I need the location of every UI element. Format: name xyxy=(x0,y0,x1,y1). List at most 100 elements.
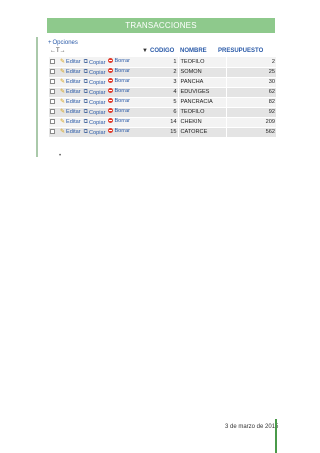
edit-button[interactable]: ✎ Editar xyxy=(60,78,81,86)
edit-label: Editar xyxy=(66,108,81,115)
row-checkbox[interactable] xyxy=(50,58,55,64)
pencil-icon: ✎ xyxy=(60,69,66,76)
copy-label: Copiar xyxy=(88,119,106,126)
delete-button[interactable]: Borrar xyxy=(108,88,130,94)
cell-presupuesto: 562 xyxy=(225,127,276,138)
edit-button[interactable]: ✎ Editar xyxy=(60,128,81,136)
pencil-icon: ✎ xyxy=(60,59,66,65)
edit-label: Editar xyxy=(66,88,81,95)
copy-button[interactable]: ⧉ Copiar xyxy=(84,129,106,136)
cell-presupuesto: 2 xyxy=(225,57,276,68)
column-arrows-icon[interactable]: ←T→ xyxy=(50,48,66,54)
copy-button[interactable]: ⧉ Copiar xyxy=(84,89,106,96)
delete-label: Borrar xyxy=(114,77,130,84)
row-checkbox[interactable] xyxy=(50,69,55,75)
delete-icon xyxy=(108,118,114,124)
edit-label: Editar xyxy=(66,58,81,65)
bullet-mark: • xyxy=(59,153,62,159)
cell-presupuesto: 209 xyxy=(225,117,276,128)
delete-icon xyxy=(108,58,114,63)
table-row: ✎ Editar ⧉ Copiar Borrar 6 TEOFILO 92 xyxy=(49,107,276,118)
cell-nombre: PANCHA xyxy=(177,77,226,88)
edit-button[interactable]: ✎ Editar xyxy=(60,88,81,96)
delete-button[interactable]: Borrar xyxy=(108,128,130,134)
edit-label: Editar xyxy=(66,118,81,125)
cell-presupuesto: 62 xyxy=(225,87,276,98)
copy-label: Copiar xyxy=(88,79,106,86)
copy-label: Copiar xyxy=(88,59,106,66)
column-header-nombre[interactable]: NOMBRE xyxy=(180,48,207,54)
edit-label: Editar xyxy=(66,78,81,85)
delete-button[interactable]: Borrar xyxy=(108,78,130,84)
edit-button[interactable]: ✎ Editar xyxy=(60,68,81,76)
delete-icon xyxy=(108,88,114,94)
copy-label: Copiar xyxy=(88,129,106,136)
delete-button[interactable]: Borrar xyxy=(108,98,130,104)
cell-codigo: 4 xyxy=(144,87,178,98)
row-checkbox[interactable] xyxy=(50,129,55,135)
copy-icon: ⧉ xyxy=(83,129,88,136)
copy-button[interactable]: ⧉ Copiar xyxy=(84,69,106,76)
copy-label: Copiar xyxy=(88,69,106,76)
row-checkbox[interactable] xyxy=(50,89,55,95)
edit-label: Editar xyxy=(66,128,81,135)
cell-presupuesto: 92 xyxy=(225,107,276,118)
delete-button[interactable]: Borrar xyxy=(108,118,130,124)
row-checkbox[interactable] xyxy=(50,119,55,125)
pencil-icon: ✎ xyxy=(60,119,66,126)
delete-icon xyxy=(108,68,114,74)
section-title-banner: TRANSACCIONES xyxy=(47,18,275,33)
column-header-codigo[interactable]: CODIGO xyxy=(150,48,174,54)
cell-nombre: SOMON xyxy=(177,67,226,78)
results-table: ✎ Editar ⧉ Copiar Borrar 1 TEOFILO 2 ✎ Editar ⧉ Cop… xyxy=(49,57,276,138)
copy-button[interactable]: ⧉ Copiar xyxy=(84,59,106,66)
pencil-icon: ✎ xyxy=(60,109,66,116)
pencil-icon: ✎ xyxy=(60,99,66,106)
delete-label: Borrar xyxy=(114,107,130,114)
options-label: Opciones xyxy=(52,40,78,46)
row-checkbox[interactable] xyxy=(50,99,55,105)
copy-label: Copiar xyxy=(88,109,106,116)
cell-nombre: TEOFILO xyxy=(177,107,226,118)
delete-button[interactable]: Borrar xyxy=(108,108,130,114)
copy-button[interactable]: ⧉ Copiar xyxy=(84,99,106,106)
delete-button[interactable]: Borrar xyxy=(108,68,130,74)
cell-codigo: 5 xyxy=(144,97,178,108)
delete-icon xyxy=(108,108,114,114)
cell-codigo: 1 xyxy=(144,57,178,68)
cell-codigo: 6 xyxy=(144,107,178,118)
delete-button[interactable]: Borrar xyxy=(108,58,130,64)
edit-button[interactable]: ✎ Editar xyxy=(60,58,81,66)
delete-icon xyxy=(108,78,114,84)
table-row: ✎ Editar ⧉ Copiar Borrar 3 PANCHA 30 xyxy=(49,77,276,88)
table-row: ✎ Editar ⧉ Copiar Borrar 15 CATORCE 562 xyxy=(49,127,276,138)
cell-codigo: 2 xyxy=(144,67,178,78)
cell-codigo: 3 xyxy=(144,77,178,88)
edit-button[interactable]: ✎ Editar xyxy=(60,108,81,116)
sort-triangle-icon[interactable]: ▼ xyxy=(142,48,148,54)
cell-presupuesto: 30 xyxy=(225,77,276,88)
edit-button[interactable]: ✎ Editar xyxy=(60,98,81,106)
delete-label: Borrar xyxy=(114,117,130,124)
delete-label: Borrar xyxy=(114,127,130,134)
edit-button[interactable]: ✎ Editar xyxy=(60,118,81,126)
cell-nombre: TEOFILO xyxy=(177,57,226,68)
table-row: ✎ Editar ⧉ Copiar Borrar 14 CHEKIN 209 xyxy=(49,117,276,128)
table-row: ✎ Editar ⧉ Copiar Borrar 4 EDUVIGES 62 xyxy=(49,87,276,98)
row-checkbox[interactable] xyxy=(50,79,55,85)
copy-icon: ⧉ xyxy=(83,119,88,126)
cell-presupuesto: 25 xyxy=(225,67,276,78)
copy-button[interactable]: ⧉ Copiar xyxy=(84,119,106,126)
copy-icon: ⧉ xyxy=(83,59,88,65)
copy-button[interactable]: ⧉ Copiar xyxy=(84,79,106,86)
options-link[interactable]: + Opciones xyxy=(48,40,78,46)
footer-date: 3 de marzo de 2015 xyxy=(225,424,279,430)
column-header-presupuesto[interactable]: PRESUPUESTO xyxy=(218,48,263,54)
row-checkbox[interactable] xyxy=(50,109,55,115)
delete-label: Borrar xyxy=(114,97,130,104)
delete-icon xyxy=(108,98,114,104)
cell-presupuesto: 82 xyxy=(225,97,276,108)
copy-button[interactable]: ⧉ Copiar xyxy=(84,109,106,116)
cell-nombre: CHEKIN xyxy=(177,117,226,128)
delete-label: Borrar xyxy=(114,87,130,94)
